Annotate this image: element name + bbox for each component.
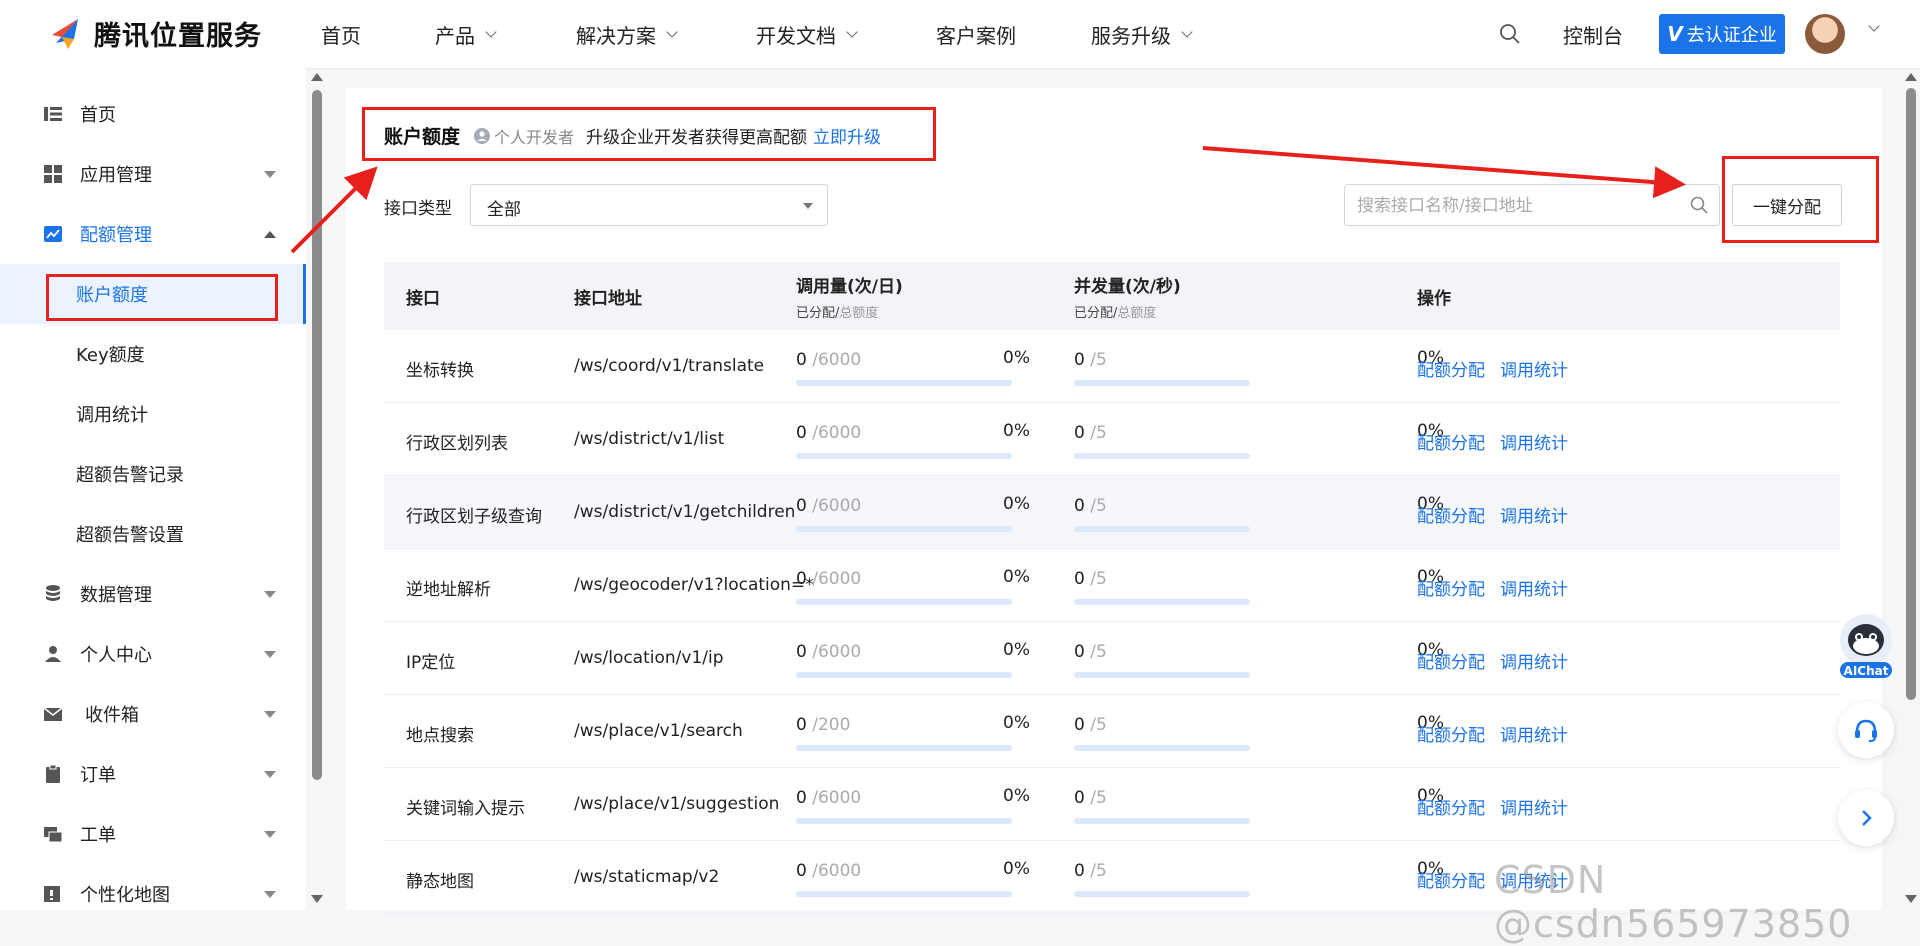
annotation-arrow-left [290, 166, 378, 254]
expand-panel-button[interactable] [1838, 790, 1894, 846]
ai-chat-button[interactable]: AIChat [1836, 612, 1896, 680]
annotation-arrows [290, 146, 1686, 254]
page-scroll-up[interactable] [1905, 73, 1917, 81]
page-scrollbar[interactable] [1906, 88, 1916, 700]
chevron-right-icon [1862, 810, 1872, 826]
watermark: CSDN @csdn565973850 [1494, 858, 1853, 946]
ai-chat-label: AIChat [1843, 664, 1889, 678]
annotation-arrow-right [1202, 146, 1686, 199]
customer-service-button[interactable] [1838, 702, 1894, 758]
headset-icon [1855, 719, 1877, 742]
